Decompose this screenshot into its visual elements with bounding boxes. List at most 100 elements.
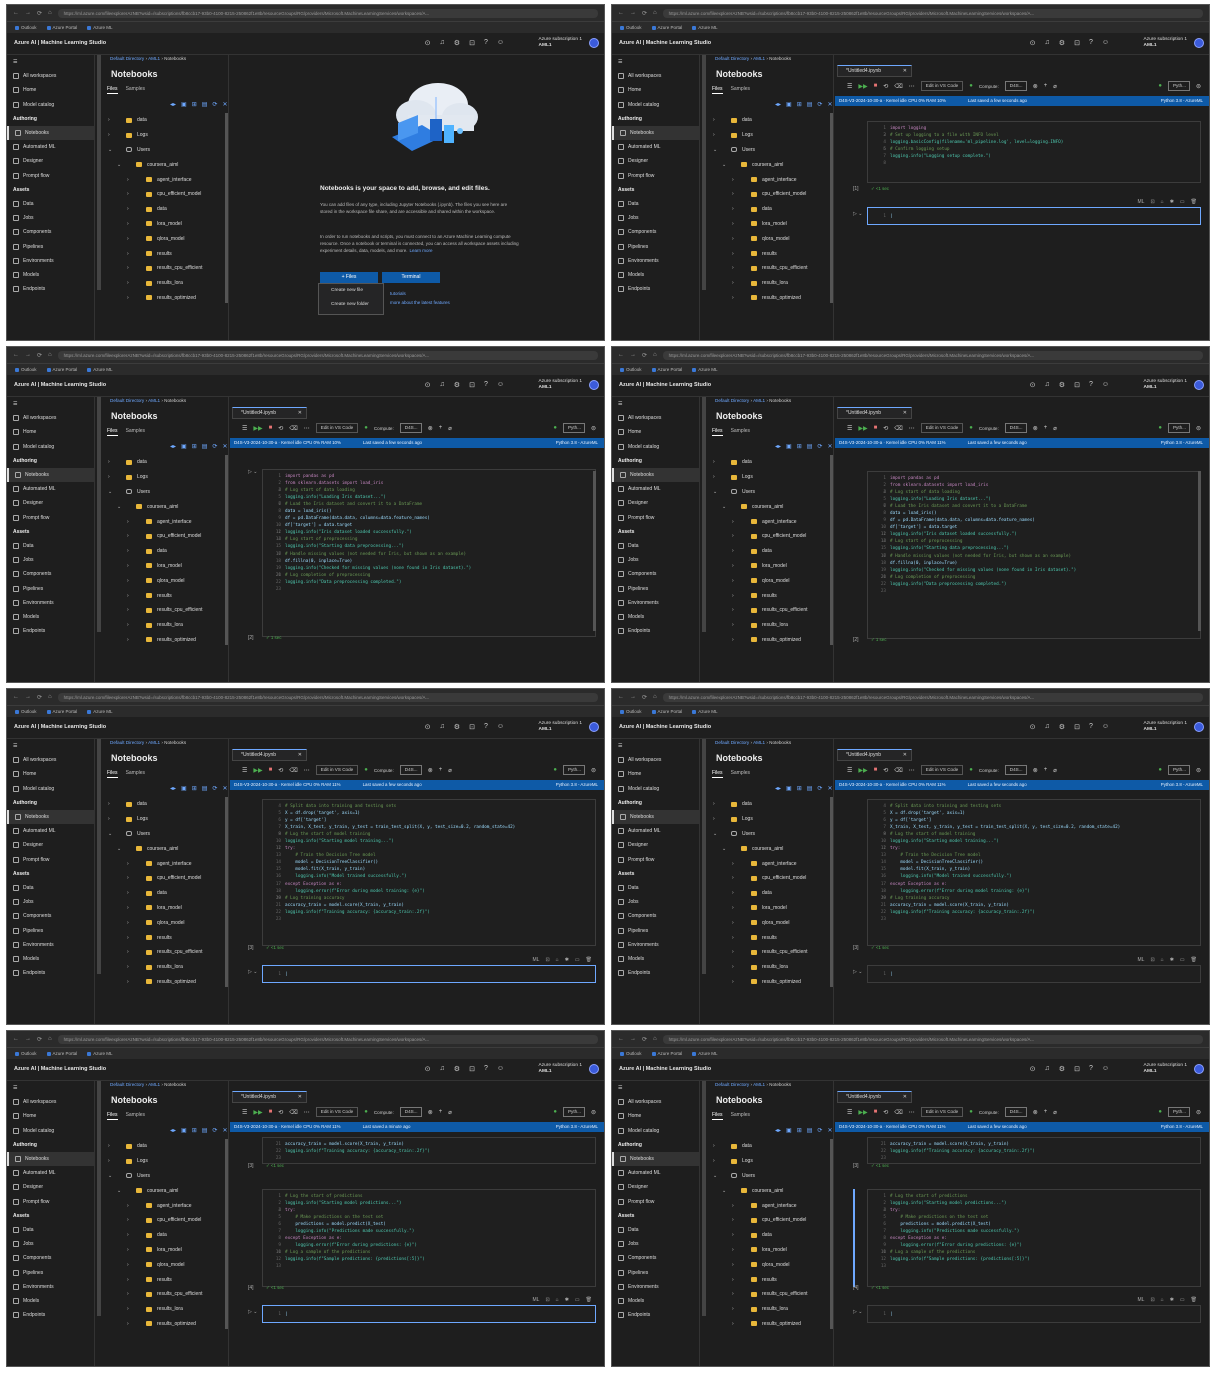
refresh-icon[interactable]: ⟳: [37, 694, 42, 701]
nav-environments[interactable]: Environments: [7, 596, 94, 610]
chevron-right-icon[interactable]: ›: [127, 548, 129, 554]
nav-prompt-flow[interactable]: Prompt flow: [612, 1195, 699, 1209]
add-files-icon[interactable]: ◂▸: [170, 443, 176, 450]
nav-data[interactable]: Data: [612, 1223, 699, 1237]
bell-icon[interactable]: ♫: [1045, 381, 1050, 389]
edit-in-vscode-button[interactable]: Edit in VS Code: [920, 765, 964, 775]
nav-prompt-flow[interactable]: Prompt flow: [612, 853, 699, 867]
nav-models[interactable]: Models: [612, 268, 699, 282]
app-title[interactable]: Azure AI | Machine Learning Studio: [14, 1066, 106, 1072]
avatar[interactable]: [589, 38, 599, 48]
tree-item[interactable]: › lora_model: [102, 1243, 224, 1258]
chevron-right-icon[interactable]: ›: [732, 1247, 734, 1253]
chevron-right-icon[interactable]: ›: [108, 1158, 110, 1164]
tree-item[interactable]: › cpu_efficient_model: [102, 529, 224, 544]
chevron-right-icon[interactable]: ›: [127, 1262, 129, 1268]
tree-item[interactable]: › results_cpu_efficient: [707, 261, 829, 276]
lock-icon[interactable]: ⌂: [1161, 957, 1164, 963]
tree-item[interactable]: › results: [707, 1272, 829, 1287]
kernel-icon[interactable]: ⌀: [448, 767, 452, 774]
avatar[interactable]: [1194, 1064, 1204, 1074]
nav-model-catalog[interactable]: Model catalog: [612, 1124, 699, 1138]
nav-designer[interactable]: Designer: [7, 1180, 94, 1194]
tree-item[interactable]: › lora_model: [102, 217, 224, 232]
upload-icon[interactable]: ⊞: [797, 443, 802, 450]
chevron-down-icon[interactable]: ⌄: [117, 1188, 121, 1194]
tree-item[interactable]: ⌄ coursera_aiml: [707, 841, 829, 856]
compute-select[interactable]: D4S...: [1004, 81, 1027, 91]
compute-settings-icon[interactable]: ⊗: [1033, 767, 1038, 774]
restart-icon[interactable]: ⟲: [883, 83, 888, 90]
chevron-right-icon[interactable]: ›: [127, 890, 129, 896]
chevron-right-icon[interactable]: ›: [127, 979, 129, 985]
nav-pipelines[interactable]: Pipelines: [7, 1265, 94, 1279]
chevron-right-icon[interactable]: ›: [127, 236, 129, 242]
tree-item[interactable]: › data: [707, 455, 829, 470]
back-icon[interactable]: ←: [618, 352, 624, 358]
home-icon[interactable]: ⌂: [653, 694, 657, 700]
tree-scrollbar[interactable]: [225, 1139, 228, 1329]
chevron-right-icon[interactable]: ›: [127, 177, 129, 183]
settings-icon[interactable]: ✱: [1170, 957, 1174, 963]
help-icon[interactable]: ?: [1089, 39, 1093, 47]
clear-icon[interactable]: ⌫: [894, 767, 902, 774]
lock-icon[interactable]: ⌂: [556, 1297, 559, 1303]
address-bar[interactable]: https://ml.azure.com/fileexplorerAzNB?ws…: [57, 8, 598, 18]
chevron-right-icon[interactable]: ›: [732, 1203, 734, 1209]
edit-in-vscode-button[interactable]: Edit in VS Code: [920, 1107, 964, 1117]
nav-model-catalog[interactable]: Model catalog: [612, 440, 699, 454]
nav-data[interactable]: Data: [7, 197, 94, 211]
kernel-icon[interactable]: ⌀: [1053, 1109, 1057, 1116]
app-title[interactable]: Azure AI | Machine Learning Studio: [14, 382, 106, 388]
tree-item[interactable]: › data: [707, 886, 829, 901]
cell-type-icon[interactable]: ▭: [575, 957, 580, 963]
chevron-right-icon[interactable]: ›: [108, 816, 110, 822]
nav-automated-ml[interactable]: Automated ML: [7, 482, 94, 496]
nav-prompt-flow[interactable]: Prompt flow: [7, 853, 94, 867]
tree-item[interactable]: › data: [102, 886, 224, 901]
tree-item[interactable]: › results_cpu_efficient: [102, 261, 224, 276]
chevron-right-icon[interactable]: ›: [127, 251, 129, 257]
chevron-down-icon[interactable]: ⌄: [713, 831, 717, 837]
tree-item[interactable]: › results_cpu_efficient: [102, 1287, 224, 1302]
tab-notebook[interactable]: *Untitled4.ipynb ✕: [232, 1091, 307, 1103]
nav-notebooks[interactable]: Notebooks: [612, 125, 699, 141]
chevron-down-icon[interactable]: ⌄: [722, 162, 726, 168]
nav-designer[interactable]: Designer: [7, 496, 94, 510]
tree-item[interactable]: › results_lora: [707, 276, 829, 291]
empty-cell[interactable]: 1 |: [867, 965, 1201, 983]
nav-model-catalog[interactable]: Model catalog: [7, 440, 94, 454]
clear-icon[interactable]: ⌫: [894, 83, 902, 90]
tab-notebook[interactable]: *Untitled4.ipynb ✕: [837, 1091, 912, 1103]
smiley-icon[interactable]: ☺: [1102, 39, 1109, 47]
refresh-icon[interactable]: ⟳: [817, 101, 822, 108]
subscription-selector[interactable]: Azure subscription 1 AML1: [1144, 721, 1187, 733]
nav-jobs[interactable]: Jobs: [7, 1237, 94, 1251]
tree-item[interactable]: › results: [102, 1272, 224, 1287]
kernel-select[interactable]: Pyth...: [1167, 423, 1190, 433]
kernel-select[interactable]: Pyth...: [562, 1107, 585, 1117]
chevron-right-icon[interactable]: ›: [732, 949, 734, 955]
nav-scrollbar[interactable]: [97, 1081, 101, 1316]
more-icon[interactable]: ⋯: [909, 425, 915, 432]
refresh-icon[interactable]: ⟳: [817, 1127, 822, 1134]
kernel-select[interactable]: Pyth...: [1167, 1107, 1190, 1117]
kernel-icon[interactable]: ⌀: [448, 425, 452, 432]
nav-prompt-flow[interactable]: Prompt flow: [612, 511, 699, 525]
help-icon[interactable]: ?: [484, 39, 488, 47]
settings-icon[interactable]: ✱: [1170, 1297, 1174, 1303]
nav-model-catalog[interactable]: Model catalog: [612, 782, 699, 796]
tree-item[interactable]: ⌄ coursera_aiml: [707, 1183, 829, 1198]
bookmark-1[interactable]: Azure Portal: [651, 25, 682, 30]
chevron-right-icon[interactable]: ›: [108, 801, 110, 807]
chevron-right-icon[interactable]: ›: [108, 132, 110, 138]
more-icon[interactable]: ⋯: [304, 425, 310, 432]
nav-models[interactable]: Models: [612, 1294, 699, 1308]
chevron-right-icon[interactable]: ›: [127, 295, 129, 301]
tree-item[interactable]: › Logs: [102, 1154, 224, 1169]
code-cell-train[interactable]: 4 # Split data into training and testing …: [262, 799, 596, 946]
nav-jobs[interactable]: Jobs: [7, 895, 94, 909]
add-icon[interactable]: +: [1044, 425, 1048, 431]
code-cell-train-tail[interactable]: 21 accuracy_train = model.score(X_train, …: [262, 1137, 596, 1165]
help-icon[interactable]: ?: [1089, 723, 1093, 731]
